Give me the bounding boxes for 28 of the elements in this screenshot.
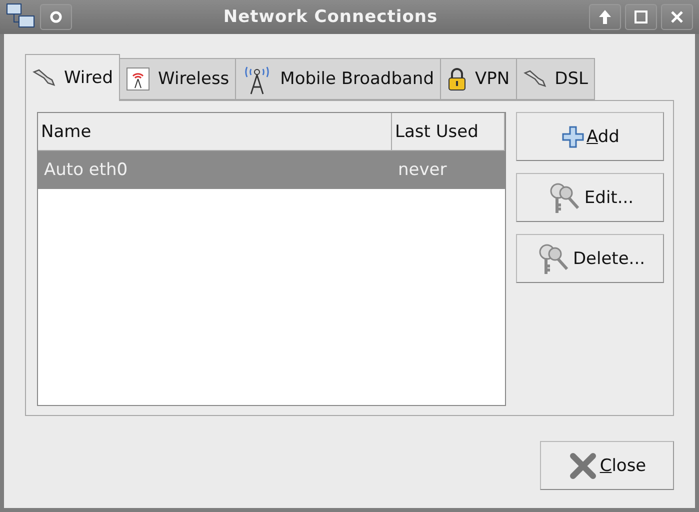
- wifi-icon: [126, 67, 150, 91]
- tab[interactable]: Wired: [25, 54, 120, 101]
- maximize-icon: [634, 10, 648, 24]
- menu-button[interactable]: [40, 4, 72, 30]
- arrow-up-icon: [598, 9, 612, 25]
- shade-button[interactable]: [589, 4, 621, 30]
- tab[interactable]: DSL: [516, 58, 595, 100]
- column-header[interactable]: Name: [38, 113, 392, 151]
- table-cell-text: Auto eth0: [43, 159, 129, 182]
- add-button[interactable]: Add: [516, 112, 664, 161]
- action-button[interactable]: Edit...: [516, 173, 664, 222]
- plus-icon: [560, 124, 585, 148]
- plug-icon: [522, 69, 547, 89]
- close-icon: [670, 10, 684, 24]
- plug-icon: [32, 68, 56, 88]
- column-header[interactable]: Last Used: [392, 113, 505, 151]
- tab[interactable]: Wireless: [119, 58, 236, 100]
- action-button[interactable]: Delete...: [516, 234, 664, 283]
- window-title: Network Connections: [222, 7, 439, 27]
- tab[interactable]: VPN: [440, 58, 517, 100]
- maximize-button[interactable]: [625, 4, 657, 30]
- lock-icon: [447, 67, 468, 91]
- table-cell-text: never: [397, 159, 448, 182]
- circle-icon: [49, 10, 63, 24]
- close-icon: [568, 450, 598, 480]
- tab[interactable]: Mobile Broadband: [235, 58, 442, 100]
- close-button[interactable]: Close: [540, 441, 674, 490]
- close-window-button[interactable]: [661, 4, 693, 30]
